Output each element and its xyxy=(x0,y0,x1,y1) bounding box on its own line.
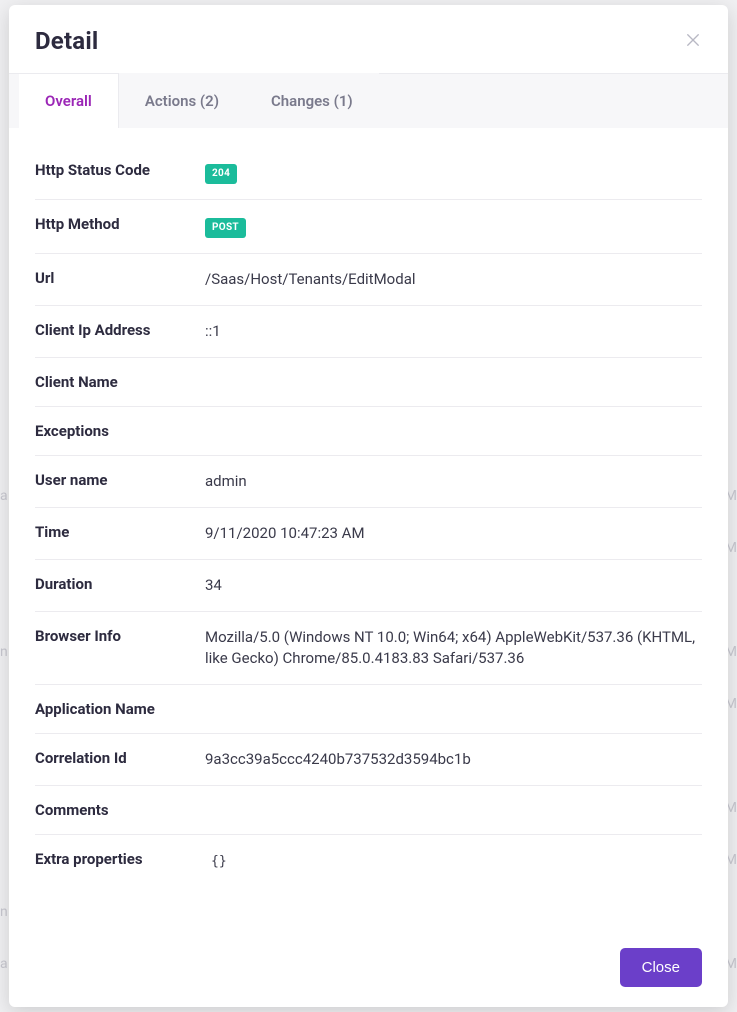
value-user-name: admin xyxy=(205,471,702,492)
value-duration: 34 xyxy=(205,575,702,596)
row-duration: Duration 34 xyxy=(35,560,702,612)
label-time: Time xyxy=(35,523,205,541)
label-app-name: Application Name xyxy=(35,700,205,718)
row-client-ip: Client Ip Address ::1 xyxy=(35,306,702,358)
http-method-badge: POST xyxy=(205,218,246,238)
close-button[interactable]: Close xyxy=(620,948,702,987)
modal-header: Detail xyxy=(9,5,728,73)
row-time: Time 9/11/2020 10:47:23 AM xyxy=(35,508,702,560)
row-exceptions: Exceptions xyxy=(35,407,702,456)
label-client-name: Client Name xyxy=(35,373,205,391)
value-correlation-id: 9a3cc39a5ccc4240b737532d3594bc1b xyxy=(205,749,702,770)
modal-footer: Close xyxy=(9,930,728,1007)
row-extra-properties: Extra properties {} xyxy=(35,835,702,886)
label-exceptions: Exceptions xyxy=(35,422,205,440)
value-extra-properties: {} xyxy=(205,854,227,869)
label-url: Url xyxy=(35,269,205,287)
modal-title: Detail xyxy=(35,27,98,55)
label-browser-info: Browser Info xyxy=(35,627,205,645)
label-comments: Comments xyxy=(35,801,205,819)
status-code-badge: 204 xyxy=(205,164,237,184)
row-app-name: Application Name xyxy=(35,685,702,734)
label-duration: Duration xyxy=(35,575,205,593)
row-url: Url /Saas/Host/Tenants/EditModal xyxy=(35,254,702,306)
label-extra-properties: Extra properties xyxy=(35,850,205,868)
close-icon[interactable] xyxy=(684,31,702,49)
tab-actions[interactable]: Actions (2) xyxy=(119,73,245,128)
label-http-status-code: Http Status Code xyxy=(35,161,205,179)
value-browser-info: Mozilla/5.0 (Windows NT 10.0; Win64; x64… xyxy=(205,627,702,669)
tab-overall[interactable]: Overall xyxy=(19,73,119,128)
row-browser-info: Browser Info Mozilla/5.0 (Windows NT 10.… xyxy=(35,612,702,685)
label-correlation-id: Correlation Id xyxy=(35,749,205,767)
value-client-ip: ::1 xyxy=(205,321,702,342)
tab-changes[interactable]: Changes (1) xyxy=(245,73,379,128)
label-user-name: User name xyxy=(35,471,205,489)
row-http-status-code: Http Status Code 204 xyxy=(35,146,702,200)
detail-modal: Detail Overall Actions (2) Changes (1) H… xyxy=(9,5,728,1007)
row-comments: Comments xyxy=(35,786,702,835)
row-client-name: Client Name xyxy=(35,358,702,407)
tabs: Overall Actions (2) Changes (1) xyxy=(9,73,728,128)
value-url: /Saas/Host/Tenants/EditModal xyxy=(205,269,702,290)
row-correlation-id: Correlation Id 9a3cc39a5ccc4240b737532d3… xyxy=(35,734,702,786)
row-http-method: Http Method POST xyxy=(35,200,702,254)
label-client-ip: Client Ip Address xyxy=(35,321,205,339)
value-time: 9/11/2020 10:47:23 AM xyxy=(205,523,702,544)
row-user-name: User name admin xyxy=(35,456,702,508)
tab-content-overall: Http Status Code 204 Http Method POST Ur… xyxy=(9,128,728,930)
label-http-method: Http Method xyxy=(35,215,205,233)
